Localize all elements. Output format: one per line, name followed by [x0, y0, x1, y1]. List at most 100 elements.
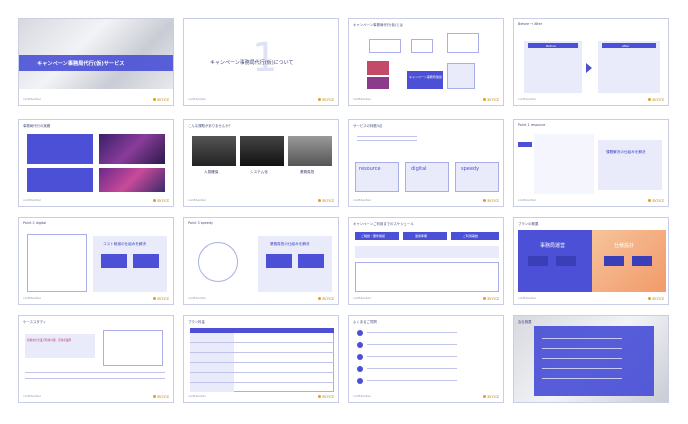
plan-thumb — [556, 256, 576, 266]
before-panel — [524, 41, 582, 93]
section-number: 1 — [252, 35, 278, 81]
company-logo: EOVZ — [153, 97, 169, 102]
footer-text: confidential — [23, 97, 41, 101]
slide-12-plan-overview[interactable]: プランの概要 事務局運営 仕様設計 confidential EOVZ — [513, 217, 669, 305]
faq-line — [367, 380, 457, 381]
solution-headline: 課題解決の仕組みを解決 — [606, 150, 646, 154]
slide-title: こんな課題がありませんか？ — [188, 124, 232, 128]
footer-text: confidential — [188, 296, 206, 300]
step-2-label: 運用準備 — [415, 233, 428, 238]
timeline-band — [355, 246, 499, 258]
record-card-1 — [27, 134, 93, 164]
company-logo: EOVZ — [483, 296, 499, 301]
faq-line — [367, 332, 457, 333]
arrow-icon — [586, 63, 592, 73]
company-logo: EOVZ — [153, 198, 169, 203]
slide-title: Point 3 speedy — [188, 221, 213, 225]
diagram-box-mid — [411, 39, 433, 53]
cycle-diagram — [198, 242, 238, 282]
issue-label-2: システム化 — [250, 170, 268, 174]
faq-q-icon — [357, 354, 363, 360]
footer-text: confidential — [353, 198, 371, 202]
issue-label-3: 業務負担 — [300, 170, 315, 174]
step-3-label: ご利用開始 — [463, 233, 479, 238]
company-logo: EOVZ — [153, 296, 169, 301]
text-line — [357, 140, 417, 141]
slide-5-track-record[interactable]: 事務局代行の実績 confidential EOVZ — [18, 119, 174, 207]
section-heading: キャンペーン事務局代行(仮)について — [210, 60, 294, 66]
slide-9-point-digital[interactable]: Point 2 digital コスト削減の仕組みを解決 confidentia… — [18, 217, 174, 305]
row-divider — [190, 352, 334, 353]
plan-left-label: 事務局運営 — [540, 243, 566, 249]
faq-line — [367, 356, 457, 357]
company-logo: EOVZ — [483, 198, 499, 203]
row-divider — [190, 372, 334, 373]
slide-8-point-resource[interactable]: Point 1 resource 課題解決の仕組みを解決 confidentia… — [513, 119, 669, 207]
slide-title: ケーススタディ — [23, 320, 47, 324]
slide-3-overview[interactable]: キャンペーン事務局代行(仮)とは キャンペーン事務局運営 confidentia… — [348, 18, 504, 106]
text-line — [25, 372, 165, 373]
slide-6-issues[interactable]: こんな課題がありませんか？ 人員確保 システム化 業務負担 confidenti… — [183, 119, 339, 207]
plan-thumb — [604, 256, 624, 266]
company-logo: EOVZ — [318, 296, 334, 301]
diagram-box-right — [447, 33, 479, 53]
step-1-label: ご相談・要件確認 — [361, 233, 386, 238]
plan-thumb — [528, 256, 548, 266]
slide-title: 会社概要 — [518, 320, 532, 324]
record-card-2 — [27, 168, 93, 192]
issue-label-1: 人員確保 — [204, 170, 219, 174]
faq-q-icon — [357, 330, 363, 336]
solution-thumb-1 — [101, 254, 127, 268]
info-line — [542, 368, 622, 369]
text-line — [357, 136, 417, 137]
org-chip — [518, 142, 532, 147]
slide-2-section[interactable]: 1 キャンペーン事務局代行(仮)について confidential EOVZ — [183, 18, 339, 106]
company-logo: EOVZ — [483, 394, 499, 399]
footer-text: confidential — [23, 394, 41, 398]
system-diagram — [27, 234, 87, 292]
record-photo-1 — [99, 134, 165, 164]
schedule-table — [355, 262, 499, 292]
slide-11-schedule[interactable]: キャンペーンご利用までのスケジュール ご相談・要件確認 運用準備 ご利用開始 c… — [348, 217, 504, 305]
faq-line — [367, 368, 457, 369]
case-headline: 新規向け企業で利用可能。活用企業例 — [27, 339, 72, 342]
cover-title: キャンペーン事務局代行(仮)サービス — [37, 61, 125, 67]
slide-16-company[interactable]: 会社概要 — [513, 315, 669, 403]
slide-10-point-speedy[interactable]: Point 3 speedy 業務負担の仕組みを解決 confidential E… — [183, 217, 339, 305]
faq-q-icon — [357, 378, 363, 384]
company-logo: EOVZ — [318, 97, 334, 102]
company-logo: EOVZ — [648, 97, 664, 102]
row-divider — [190, 362, 334, 363]
slide-title: プランの概要 — [518, 222, 539, 226]
footer-text: confidential — [188, 97, 206, 101]
slide-7-features[interactable]: サービスの特徴3点 resource digital speedy confid… — [348, 119, 504, 207]
before-head-label: Before — [546, 43, 556, 48]
slide-1-cover[interactable]: キャンペーン事務局代行(仮)サービス confidential EOVZ — [18, 18, 174, 106]
info-line — [542, 348, 622, 349]
feature-label-speedy: speedy — [461, 166, 480, 172]
company-logo: EOVZ — [153, 394, 169, 399]
issue-photo-3 — [288, 136, 332, 166]
footer-text: confidential — [353, 296, 371, 300]
after-panel — [598, 41, 660, 93]
slide-title: Before → After — [518, 22, 543, 26]
slide-15-faq[interactable]: よくあるご質問 confidential EOVZ — [348, 315, 504, 403]
faq-q-icon — [357, 366, 363, 372]
slide-title: よくあるご質問 — [353, 320, 377, 324]
slide-title: Point 2 digital — [23, 221, 47, 225]
slide-title: プラン料金 — [188, 320, 205, 324]
slide-4-before-after[interactable]: Before → After Before After confidential… — [513, 18, 669, 106]
slide-14-pricing[interactable]: プラン料金 confidential EOVZ — [183, 315, 339, 403]
diagram-box-left — [369, 39, 401, 53]
after-head-label: After — [622, 43, 630, 48]
solution-panel — [598, 140, 662, 190]
feature-label-resource: resource — [359, 166, 381, 172]
plan-right-label: 仕様設計 — [614, 243, 635, 249]
slide-13-case-study[interactable]: ケーススタディ 新規向け企業で利用可能。活用企業例 confidential EO… — [18, 315, 174, 403]
slide-title: キャンペーンご利用までのスケジュール — [353, 222, 414, 226]
info-line — [542, 378, 622, 379]
solution-thumb-2 — [298, 254, 324, 268]
record-photo-2 — [99, 168, 165, 192]
company-logo: EOVZ — [318, 198, 334, 203]
footer-text: confidential — [353, 394, 371, 398]
